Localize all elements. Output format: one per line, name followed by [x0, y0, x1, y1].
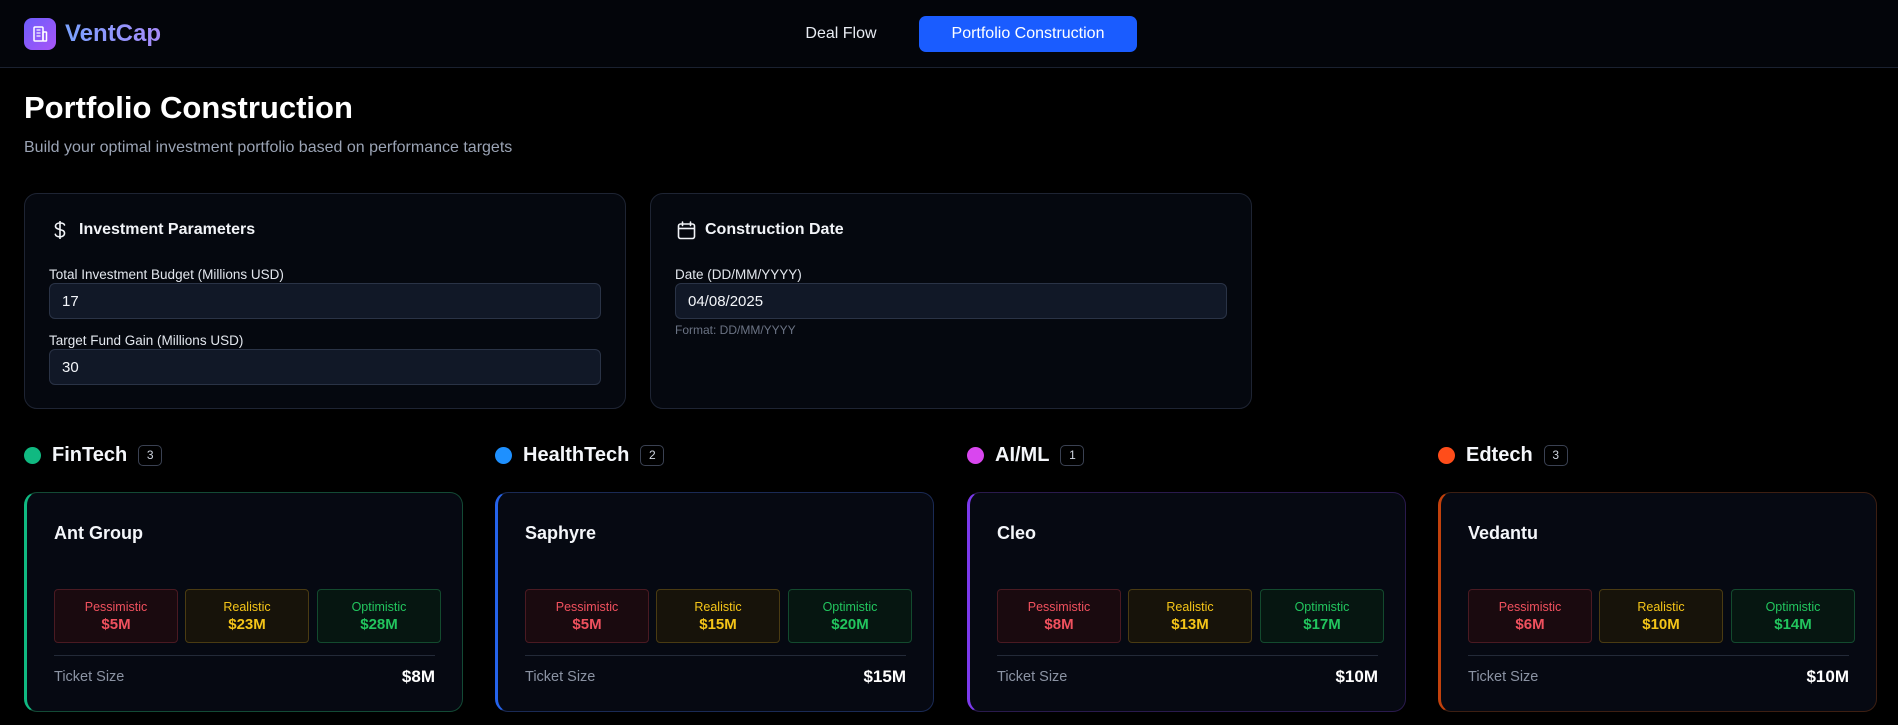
realistic-value: $10M [1642, 615, 1680, 633]
realistic-label: Realistic [1166, 599, 1214, 614]
company-card-cleo[interactable]: Cleo Pessimistic $8M Realistic $13M Opti… [967, 492, 1406, 712]
realistic-label: Realistic [694, 599, 742, 614]
sector-header-healthtech: HealthTech 2 [495, 443, 665, 467]
optimistic-scenario: Optimistic $28M [317, 589, 441, 643]
sector-name: HealthTech [523, 443, 630, 466]
building-icon [24, 18, 56, 50]
pessimistic-label: Pessimistic [1027, 599, 1091, 614]
pessimistic-label: Pessimistic [84, 599, 148, 614]
realistic-scenario: Realistic $13M [1128, 589, 1252, 643]
sector-dot [24, 446, 41, 464]
optimistic-value: $28M [360, 615, 398, 633]
sector-count-badge: 3 [1543, 444, 1568, 466]
optimistic-label: Optimistic [822, 599, 878, 614]
sector-header-fintech: FinTech 3 [24, 443, 163, 467]
pessimistic-value: $8M [1044, 615, 1074, 633]
company-name: Vedantu [1468, 523, 1539, 543]
pessimistic-scenario: Pessimistic $6M [1468, 589, 1592, 643]
date-format-hint: Format: DD/MM/YYYY [675, 323, 796, 337]
date-input[interactable] [675, 283, 1227, 319]
dollar-icon [50, 220, 70, 240]
panel-title: Investment Parameters [79, 221, 256, 238]
sector-name: FinTech [52, 443, 128, 466]
realistic-label: Realistic [1637, 599, 1685, 614]
optimistic-scenario: Optimistic $17M [1260, 589, 1384, 643]
budget-label: Total Investment Budget (Millions USD) [49, 267, 284, 282]
sector-dot [1438, 446, 1455, 464]
ticket-size-label: Ticket Size [525, 669, 596, 685]
sector-dot [495, 446, 512, 464]
divider [54, 655, 435, 656]
optimistic-label: Optimistic [351, 599, 407, 614]
tab-portfolio-construction[interactable]: Portfolio Construction [919, 16, 1137, 52]
company-card-ant-group[interactable]: Ant Group Pessimistic $5M Realistic $23M… [24, 492, 463, 712]
divider [997, 655, 1378, 656]
ticket-size-value: $10M [1335, 667, 1378, 686]
pessimistic-label: Pessimistic [1498, 599, 1562, 614]
realistic-value: $23M [228, 615, 266, 633]
sector-count-badge: 3 [138, 444, 163, 466]
sector-count-badge: 1 [1060, 444, 1085, 466]
ticket-size-value: $15M [863, 667, 906, 686]
pessimistic-scenario: Pessimistic $8M [997, 589, 1121, 643]
pessimistic-value: $5M [572, 615, 602, 633]
realistic-scenario: Realistic $15M [656, 589, 780, 643]
realistic-label: Realistic [223, 599, 271, 614]
page-title: Portfolio Construction [24, 90, 353, 125]
divider [525, 655, 906, 656]
panel-header: Construction Date [676, 220, 844, 240]
construction-date-panel: Construction Date Date (DD/MM/YYYY) Form… [650, 193, 1252, 409]
ticket-size-label: Ticket Size [1468, 669, 1539, 685]
pessimistic-scenario: Pessimistic $5M [54, 589, 178, 643]
budget-input[interactable] [49, 283, 601, 319]
optimistic-label: Optimistic [1294, 599, 1350, 614]
sector-name: Edtech [1466, 443, 1533, 466]
company-name: Ant Group [54, 523, 143, 543]
page-subtitle: Build your optimal investment portfolio … [24, 139, 513, 156]
app-name: VentCap [65, 20, 162, 47]
target-gain-input[interactable] [49, 349, 601, 385]
realistic-scenario: Realistic $10M [1599, 589, 1723, 643]
sector-header-ai-ml: AI/ML 1 [967, 443, 1085, 467]
optimistic-scenario: Optimistic $20M [788, 589, 912, 643]
company-name: Saphyre [525, 523, 597, 543]
sector-count-badge: 2 [640, 444, 665, 466]
optimistic-value: $17M [1303, 615, 1341, 633]
pessimistic-scenario: Pessimistic $5M [525, 589, 649, 643]
divider [1468, 655, 1849, 656]
pessimistic-value: $6M [1515, 615, 1545, 633]
realistic-value: $13M [1171, 615, 1209, 633]
realistic-scenario: Realistic $23M [185, 589, 309, 643]
ticket-size-label: Ticket Size [54, 669, 125, 685]
ticket-size-value: $10M [1806, 667, 1849, 686]
top-navigation-bar: VentCap Deal Flow Portfolio Construction [0, 0, 1898, 68]
app-logo[interactable]: VentCap [24, 18, 161, 50]
pessimistic-value: $5M [101, 615, 131, 633]
tab-deal-flow[interactable]: Deal Flow [781, 16, 901, 52]
date-label: Date (DD/MM/YYYY) [675, 267, 802, 282]
realistic-value: $15M [699, 615, 737, 633]
optimistic-value: $14M [1774, 615, 1812, 633]
optimistic-label: Optimistic [1765, 599, 1821, 614]
investment-parameters-panel: Investment Parameters Total Investment B… [24, 193, 626, 409]
company-card-saphyre[interactable]: Saphyre Pessimistic $5M Realistic $15M O… [495, 492, 934, 712]
optimistic-scenario: Optimistic $14M [1731, 589, 1855, 643]
optimistic-value: $20M [831, 615, 869, 633]
ticket-size-label: Ticket Size [997, 669, 1068, 685]
calendar-icon [676, 220, 696, 240]
ticket-size-value: $8M [401, 667, 435, 686]
sector-header-edtech: Edtech 3 [1438, 443, 1568, 467]
panel-title: Construction Date [705, 221, 844, 238]
pessimistic-label: Pessimistic [555, 599, 619, 614]
sector-name: AI/ML [995, 443, 1050, 466]
target-gain-label: Target Fund Gain (Millions USD) [49, 333, 244, 348]
company-name: Cleo [997, 523, 1037, 543]
company-card-vedantu[interactable]: Vedantu Pessimistic $6M Realistic $10M O… [1438, 492, 1877, 712]
panel-header: Investment Parameters [50, 220, 255, 240]
main-nav: Deal Flow Portfolio Construction [781, 16, 1137, 52]
sector-dot [967, 446, 984, 464]
